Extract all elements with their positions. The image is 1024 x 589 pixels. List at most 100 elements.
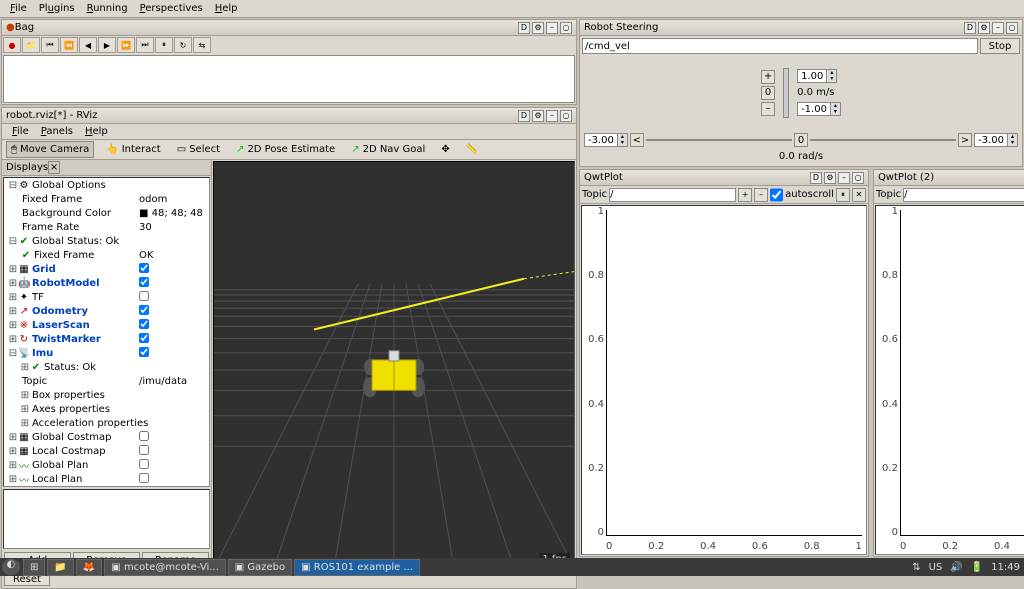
ang-left-box[interactable]: -3.00▴▾ [584, 133, 628, 147]
twist-checkbox[interactable] [139, 333, 149, 343]
robotmodel-checkbox[interactable] [139, 277, 149, 287]
rviz-menu-file[interactable]: File [6, 124, 35, 139]
start-button[interactable]: ◐ [2, 559, 20, 575]
lcostmap-checkbox[interactable] [139, 445, 149, 455]
qwtplot-1-panel: QwtPlotD⚙–○ Topic + – autoscroll ⏸ ✕ 10.… [579, 169, 869, 557]
ang-right-box[interactable]: -3.00▴▾ [974, 133, 1018, 147]
rviz-close-icon[interactable]: ○ [560, 110, 572, 122]
open-button[interactable]: 📁 [22, 37, 40, 53]
gcostmap-checkbox[interactable] [139, 431, 149, 441]
linear-max-box[interactable]: 1.00▴▾ [797, 69, 837, 83]
tool-focus[interactable]: ✥ [437, 142, 453, 157]
menu-perspectives[interactable]: Perspectives [134, 1, 209, 16]
rviz-gear-icon[interactable]: ⚙ [532, 110, 544, 122]
rviz-dock-icon[interactable]: D [518, 110, 530, 122]
ang-zero-button[interactable]: 0 [794, 133, 808, 147]
bag-timeline[interactable] [3, 55, 575, 103]
launcher-icon[interactable]: ⊞ [23, 559, 45, 576]
plot1-topic-input[interactable] [609, 188, 736, 202]
rviz-menu-help[interactable]: Help [79, 124, 114, 139]
tf-checkbox[interactable] [139, 291, 149, 301]
laser-checkbox[interactable] [139, 319, 149, 329]
bag-min-icon[interactable]: – [546, 22, 558, 34]
bag-panel: ● Bag D ⚙ – ○ ● 📁 ⏮ ⏪ ◀ ▶ ⏩ [1, 19, 577, 105]
bag-btn-4[interactable]: ⏪ [60, 37, 78, 53]
qwtplot-2-panel: QwtPlot (2)D⚙–○ Topic + – autoscroll ⏸ ✕… [873, 169, 1024, 557]
menu-plugins[interactable]: Plugins [33, 1, 81, 16]
rviz-menubar[interactable]: File Panels Help [2, 124, 576, 140]
tool-measure[interactable]: 📏 [462, 142, 482, 157]
record-button[interactable]: ● [3, 37, 21, 53]
linear-label: 0.0 m/s [797, 87, 834, 98]
tool-select[interactable]: ▭ Select [173, 142, 224, 157]
bag-toolbar: ● 📁 ⏮ ⏪ ◀ ▶ ⏩ ⏭ ⏸ ↻ ⇆ [2, 36, 576, 54]
firefox-icon[interactable]: 🦊 [76, 559, 102, 576]
displays-title: Displays [6, 162, 48, 173]
bag-btn-10[interactable]: ↻ [174, 37, 192, 53]
plot1-autoscroll[interactable]: autoscroll [770, 188, 834, 202]
displays-close-icon[interactable]: × [48, 161, 60, 174]
bag-btn-5[interactable]: ◀ [79, 37, 97, 53]
plot1-clear-button[interactable]: ✕ [852, 188, 866, 202]
plot2-topic-input[interactable] [903, 188, 1024, 202]
linear-plus-button[interactable]: + [761, 70, 775, 84]
rviz-title: robot.rviz[*] - RViz [6, 110, 97, 121]
menu-running[interactable]: Running [81, 1, 134, 16]
bag-btn-8[interactable]: ⏭ [136, 37, 154, 53]
tool-2d-nav[interactable]: ↗ 2D Nav Goal [347, 142, 429, 157]
plot1-remove-button[interactable]: – [754, 188, 768, 202]
tray-network-icon[interactable]: ⇅ [908, 562, 924, 573]
ang-left-button[interactable]: < [630, 133, 644, 147]
bag-btn-7[interactable]: ⏩ [117, 37, 135, 53]
menu-help[interactable]: Help [209, 1, 244, 16]
displays-tree[interactable]: ⊟⚙Global Options Fixed Frameodom Backgro… [3, 177, 210, 487]
bag-btn-6[interactable]: ▶ [98, 37, 116, 53]
plot1-canvas[interactable]: 10.80.60.40.20 00.20.40.60.81 [581, 205, 867, 555]
rviz-menu-panels[interactable]: Panels [35, 124, 79, 139]
plot1-pause-button[interactable]: ⏸ [836, 188, 850, 202]
steering-title: Robot Steering [584, 22, 658, 33]
angular-label: 0.0 rad/s [582, 149, 1020, 164]
task-gazebo[interactable]: ▣ Gazebo [228, 559, 292, 576]
odom-checkbox[interactable] [139, 305, 149, 315]
bag-gear-icon[interactable]: ⚙ [532, 22, 544, 34]
stop-button[interactable]: Stop [980, 38, 1020, 54]
rviz-min-icon[interactable]: – [546, 110, 558, 122]
bag-close-icon[interactable]: ○ [560, 22, 572, 34]
tray-keyboard[interactable]: US [925, 562, 947, 573]
bag-btn-3[interactable]: ⏮ [41, 37, 59, 53]
linear-slider[interactable] [783, 68, 789, 118]
imu-checkbox[interactable] [139, 347, 149, 357]
plot2-canvas[interactable]: 10.80.60.40.20 00.20.40.60.81 [875, 205, 1024, 555]
tool-2d-pose[interactable]: ↗ 2D Pose Estimate [232, 142, 339, 157]
task-terminal[interactable]: ▣ mcote@mcote-Vi... [104, 559, 225, 576]
plot1-add-button[interactable]: + [738, 188, 752, 202]
rviz-3d-view[interactable]: 1 fps [213, 161, 575, 569]
ang-right-button[interactable]: > [958, 133, 972, 147]
lplan-checkbox[interactable] [139, 473, 149, 483]
tray-clock[interactable]: 11:49 [987, 562, 1024, 573]
linear-zero-button[interactable]: 0 [761, 86, 775, 100]
display-description [3, 489, 210, 549]
taskbar[interactable]: ◐ ⊞ 📁 🦊 ▣ mcote@mcote-Vi... ▣ Gazebo ▣ R… [0, 558, 1024, 576]
tool-interact[interactable]: 👆 Interact [102, 142, 164, 157]
task-ros[interactable]: ▣ ROS101 example ... [294, 559, 420, 576]
bag-dock-icon[interactable]: D [518, 22, 530, 34]
linear-minus-button[interactable]: – [761, 102, 775, 116]
tray-battery-icon[interactable]: 🔋 [967, 562, 987, 573]
linear-min-box[interactable]: -1.00▴▾ [797, 102, 841, 116]
grid-checkbox[interactable] [139, 263, 149, 273]
main-menubar[interactable]: FFileile Plugins Running Perspectives He… [0, 0, 1024, 18]
robot-steering-panel: Robot Steering D⚙–○ Stop + 0 – [579, 19, 1023, 167]
rviz-panel: robot.rviz[*] - RViz D ⚙ – ○ File Panels… [1, 107, 577, 589]
bag-btn-9[interactable]: ⏸ [155, 37, 173, 53]
bag-btn-11[interactable]: ⇆ [193, 37, 211, 53]
gplan-checkbox[interactable] [139, 459, 149, 469]
menu-file[interactable]: FFileile [4, 1, 33, 16]
angular-slider[interactable] [646, 135, 792, 145]
cmd-vel-input[interactable] [582, 38, 978, 54]
angular-slider-2[interactable] [810, 135, 956, 145]
tool-move-camera[interactable]: 🖱 Move Camera [6, 141, 94, 158]
files-icon[interactable]: 📁 [47, 559, 73, 576]
tray-volume-icon[interactable]: 🔊 [946, 562, 966, 573]
